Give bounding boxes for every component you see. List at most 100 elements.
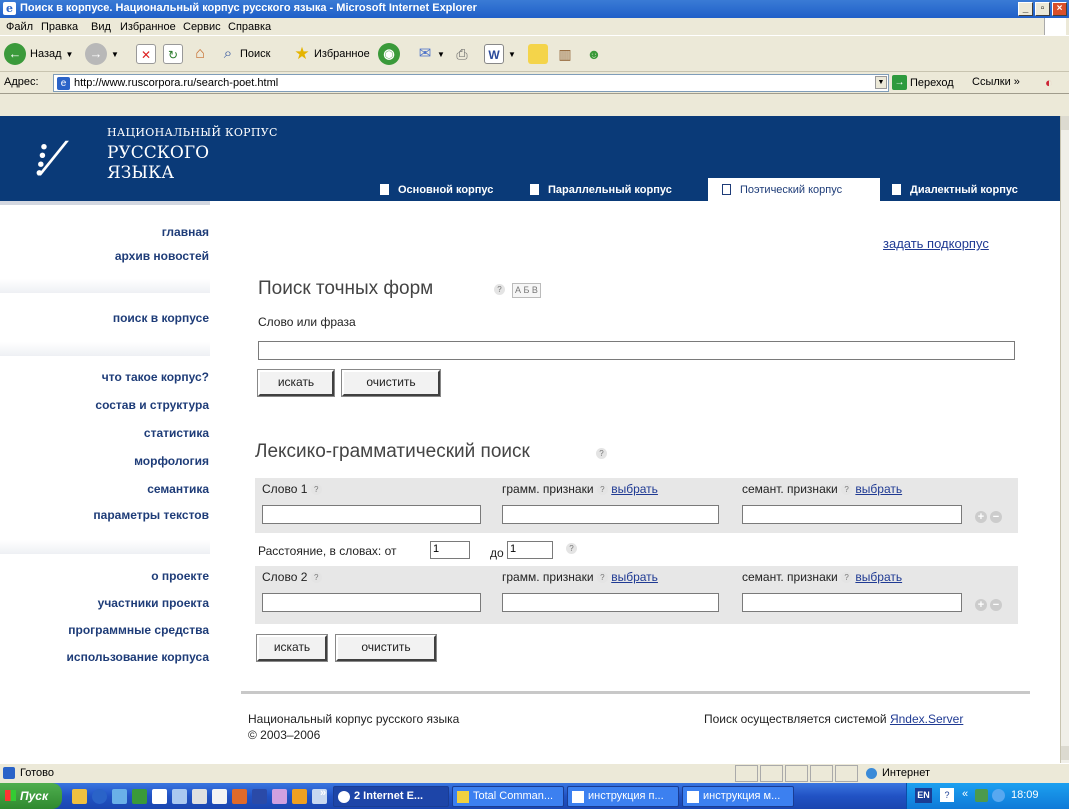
quick-launch-icon[interactable] — [112, 789, 127, 804]
language-indicator[interactable]: EN — [915, 788, 932, 803]
go-button[interactable]: → Переход — [892, 75, 954, 90]
sem1-input[interactable] — [742, 505, 962, 524]
menu-file[interactable]: Файл — [6, 21, 33, 33]
help-icon[interactable]: ? — [596, 448, 607, 459]
sidebar-item-semantics[interactable]: семантика — [147, 482, 209, 496]
set-subcorpus-link[interactable]: задать подкорпус — [883, 236, 989, 251]
task-word-2[interactable]: инструкция м... — [682, 786, 794, 807]
research-button[interactable]: ▥ — [555, 40, 575, 68]
phrase-input[interactable] — [258, 341, 1015, 360]
help-icon[interactable]: ? — [596, 572, 608, 584]
minus-icon[interactable]: − — [990, 599, 1002, 611]
menu-help[interactable]: Справка — [228, 21, 271, 33]
quick-launch-icon[interactable] — [232, 789, 247, 804]
links-button[interactable]: Ссылки » — [972, 76, 1020, 88]
lexgram-search-button[interactable]: искать — [256, 634, 328, 662]
quick-launch-icon[interactable] — [172, 789, 187, 804]
maximize-button[interactable]: ▫ — [1035, 2, 1050, 16]
tray-app-icon[interactable] — [975, 789, 988, 802]
help-icon[interactable]: ? — [940, 788, 954, 802]
menu-view[interactable]: Вид — [91, 21, 111, 33]
help-icon[interactable]: ? — [841, 572, 853, 584]
plus-icon[interactable]: + — [975, 599, 987, 611]
clock[interactable]: 18:09 — [1011, 789, 1039, 801]
quick-launch-icon[interactable] — [292, 789, 307, 804]
gram1-choose-link[interactable]: выбрать — [611, 482, 658, 496]
menu-edit[interactable]: Правка — [41, 21, 78, 33]
distance-to-input[interactable]: 1 — [507, 541, 553, 559]
scroll-down-icon[interactable] — [1061, 746, 1069, 760]
sidebar-item-morphology[interactable]: морфология — [134, 454, 209, 468]
address-input[interactable]: e http://www.ruscorpora.ru/search-poet.h… — [53, 74, 889, 92]
back-button[interactable]: ← Назад ▼ — [4, 40, 73, 68]
distance-from-input[interactable]: 1 — [430, 541, 470, 559]
site-logo-icon[interactable]: ⁞⁄ — [34, 134, 86, 184]
scroll-up-icon[interactable] — [1061, 116, 1069, 130]
quick-launch-icon[interactable] — [212, 789, 227, 804]
sidebar-item-news[interactable]: архив новостей — [115, 249, 209, 263]
gram1-input[interactable] — [502, 505, 719, 524]
gram2-choose-link[interactable]: выбрать — [611, 570, 658, 584]
close-button[interactable]: × — [1052, 2, 1067, 16]
exact-clear-button[interactable]: очистить — [341, 369, 441, 397]
quick-launch-icon[interactable] — [92, 789, 107, 804]
tray-expand-icon[interactable]: « — [962, 788, 968, 800]
quick-launch-icon[interactable] — [192, 789, 207, 804]
help-icon[interactable]: ? — [494, 284, 505, 295]
minimize-button[interactable]: _ — [1018, 2, 1033, 16]
help-icon[interactable]: ? — [596, 484, 608, 496]
search-button[interactable]: ⌕ Поиск — [218, 40, 271, 68]
menu-favorites[interactable]: Избранное — [120, 21, 176, 33]
help-icon[interactable]: ? — [566, 543, 577, 554]
task-total-commander[interactable]: Total Comman... — [452, 786, 564, 807]
quick-launch-icon[interactable] — [252, 789, 267, 804]
quick-launch-icon[interactable] — [152, 789, 167, 804]
home-button[interactable]: ⌂ — [190, 40, 210, 68]
sidebar-item-text-params[interactable]: параметры текстов — [93, 508, 209, 522]
gram2-input[interactable] — [502, 593, 719, 612]
forward-button[interactable]: → ▼ — [85, 40, 119, 68]
menu-tools[interactable]: Сервис — [183, 21, 221, 33]
stop-button[interactable]: ✕ — [136, 40, 156, 68]
network-icon[interactable] — [992, 789, 1005, 802]
favorites-button[interactable]: ★ Избранное — [292, 40, 369, 68]
toolbar-extra-icon[interactable]: ◐ — [1045, 75, 1053, 90]
virtual-keyboard-button[interactable]: А Б В — [512, 283, 541, 298]
help-icon[interactable]: ? — [310, 484, 322, 496]
quick-launch-icon[interactable] — [132, 789, 147, 804]
help-icon[interactable]: ? — [310, 572, 322, 584]
edit-word-button[interactable]: W ▼ — [484, 40, 516, 68]
sidebar-item-software[interactable]: программные средства — [68, 623, 209, 637]
word1-input[interactable] — [262, 505, 481, 524]
vertical-scrollbar[interactable] — [1060, 116, 1069, 763]
start-button[interactable]: Пуск — [0, 783, 62, 809]
address-dropdown-icon[interactable]: ▼ — [875, 76, 887, 89]
mail-button[interactable]: ✉ ▼ — [415, 40, 445, 68]
plus-icon[interactable]: + — [975, 511, 987, 523]
tab-main-corpus[interactable]: Основной корпус — [380, 178, 515, 201]
tab-parallel-corpus[interactable]: Параллельный корпус — [530, 178, 700, 201]
sidebar-item-usage[interactable]: использование корпуса — [67, 650, 209, 664]
tab-dialect-corpus[interactable]: Диалектный корпус — [892, 178, 1052, 201]
print-button[interactable]: ⎙ — [452, 40, 472, 68]
refresh-button[interactable]: ↻ — [163, 40, 183, 68]
sidebar-item-statistics[interactable]: статистика — [144, 426, 209, 440]
exact-search-button[interactable]: искать — [257, 369, 335, 397]
quick-launch-more-icon[interactable]: » — [320, 787, 326, 799]
discuss-button[interactable] — [528, 40, 548, 68]
sidebar-item-about[interactable]: о проекте — [151, 569, 209, 583]
sem2-choose-link[interactable]: выбрать — [855, 570, 902, 584]
quick-launch-icon[interactable] — [72, 789, 87, 804]
sidebar-item-what-is-corpus[interactable]: что такое корпус? — [102, 370, 209, 384]
messenger-button[interactable]: ☻ — [584, 40, 604, 68]
help-icon[interactable]: ? — [841, 484, 853, 496]
sidebar-item-participants[interactable]: участники проекта — [98, 596, 209, 610]
task-word-1[interactable]: инструкция п... — [567, 786, 679, 807]
minus-icon[interactable]: − — [990, 511, 1002, 523]
sidebar-item-home[interactable]: главная — [162, 225, 209, 239]
yandex-server-link[interactable]: Яndex.Server — [890, 712, 963, 726]
sem1-choose-link[interactable]: выбрать — [855, 482, 902, 496]
lexgram-clear-button[interactable]: очистить — [335, 634, 437, 662]
tab-poetic-corpus[interactable]: Поэтический корпус — [708, 178, 880, 201]
sidebar-item-search[interactable]: поиск в корпусе — [113, 311, 209, 325]
